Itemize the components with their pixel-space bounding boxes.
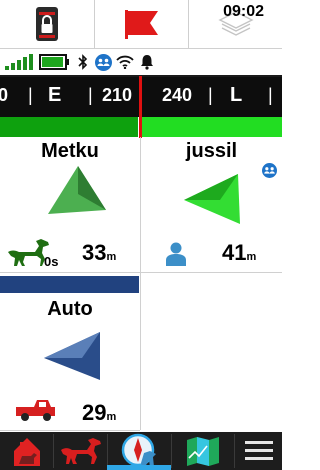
heading-needle (139, 76, 142, 138)
bell-icon (141, 55, 153, 70)
battery-icon (39, 54, 69, 70)
clock: 09:02 (223, 3, 264, 20)
card-divider (0, 272, 140, 273)
arrow-icon (184, 174, 240, 224)
track-name: Metku (41, 140, 99, 162)
compass-tick: | (268, 85, 273, 105)
nav-dog-tracking-button[interactable] (54, 432, 107, 470)
home-icon (13, 438, 40, 466)
compass-label: E (48, 84, 62, 106)
bluetooth-icon (78, 54, 88, 70)
track-distance: 29m (82, 400, 117, 425)
track-distance: 33m (82, 240, 117, 265)
compass-tick: | (208, 85, 213, 105)
card-divider (0, 430, 140, 431)
dog-tracking-icon (60, 438, 101, 464)
wifi-icon (116, 55, 134, 69)
heading-bar-left (0, 117, 138, 137)
nav-menu-button[interactable] (235, 432, 282, 470)
lock-button[interactable] (0, 0, 94, 48)
map-icon (187, 437, 219, 466)
lock-icon (36, 7, 58, 41)
mark-waypoint-button[interactable] (95, 0, 188, 48)
nav-selected-indicator (107, 465, 171, 470)
arrow-icon (44, 332, 100, 380)
compass-label: 210 (102, 85, 133, 105)
compass-dog-icon (121, 433, 156, 467)
compass-label: L (230, 84, 243, 106)
card-divider (140, 294, 141, 430)
track-age: 0s (44, 254, 59, 269)
track-name: Auto (47, 298, 93, 320)
truck-icon (16, 400, 55, 421)
flag-icon (124, 10, 158, 39)
track-name: jussil (185, 140, 238, 162)
compass-tick: | (88, 85, 93, 105)
group-icon (95, 54, 112, 71)
selection-bar (0, 276, 139, 293)
card-divider (141, 272, 282, 273)
compass-label: 240 (162, 85, 193, 105)
arrow-icon (48, 166, 106, 214)
group-icon (262, 163, 277, 178)
compass-label: 0 (0, 85, 9, 105)
track-distance: 41m (222, 240, 257, 265)
menu-icon (244, 441, 273, 460)
nav-home-button[interactable] (0, 432, 53, 470)
person-icon (166, 242, 186, 266)
compass-tick: | (28, 85, 33, 105)
signal-icon (5, 54, 33, 70)
nav-map-button[interactable] (172, 432, 234, 470)
heading-bar-right (142, 117, 282, 137)
